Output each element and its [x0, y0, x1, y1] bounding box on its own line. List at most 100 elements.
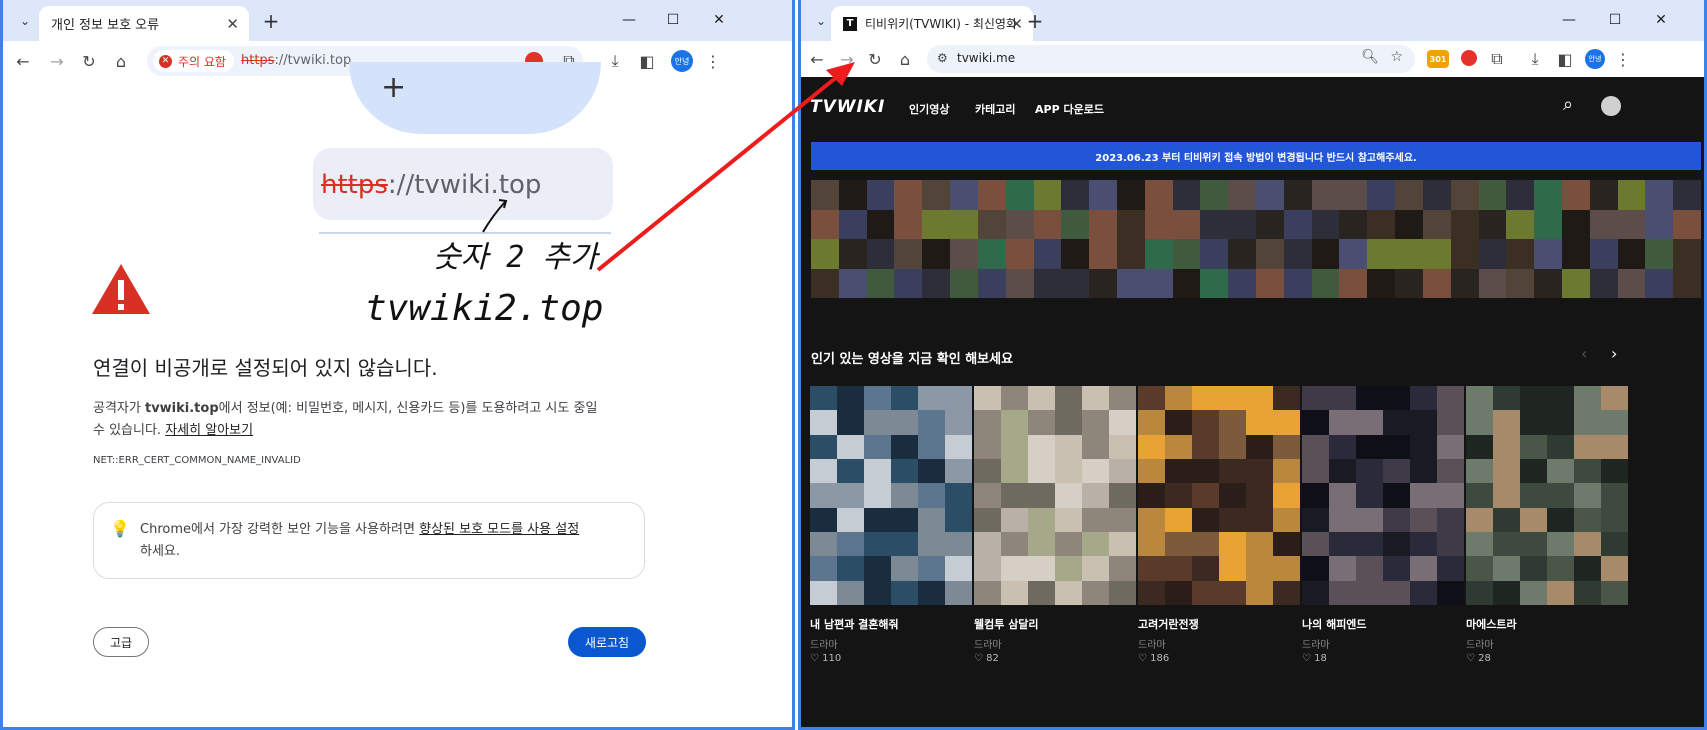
nav-popular[interactable]: 인기영상: [909, 101, 949, 117]
right-active-tab[interactable]: T 티비위키(TVWIKI) - 최신영화 ✕: [831, 6, 1033, 41]
card-likes: ♡ 82: [974, 653, 999, 664]
right-toolbar: ← → ↻ ⌂ ⚙ tvwiki.me 🔍︎ ☆ 301 ⧉ ⤓ ◧ 안녕 ⋮: [801, 41, 1704, 77]
card-genre: 드라마: [810, 640, 838, 651]
close-icon[interactable]: ✕: [1010, 15, 1023, 33]
card-likes-count: 18: [1314, 653, 1327, 664]
card-likes-count: 110: [822, 653, 842, 664]
lightbulb-icon: 💡: [110, 519, 130, 538]
card-thumbnail[interactable]: [1466, 386, 1628, 605]
notice-banner[interactable]: 2023.06.23 부터 티비위키 접속 방법이 변경됩니다 반드시 참고해주…: [811, 142, 1701, 170]
tab-title: 티비위키(TVWIKI) - 최신영화: [865, 17, 1017, 31]
maximize-button[interactable]: ☐: [659, 8, 687, 32]
security-chip-label: 주의 요함: [178, 54, 226, 69]
advanced-button-label: 고급: [109, 635, 133, 650]
advanced-button[interactable]: 고급: [93, 627, 149, 657]
card-title[interactable]: 마에스트라: [1466, 616, 1517, 632]
left-active-tab[interactable]: 개인 정보 보호 오류 ✕: [39, 6, 249, 41]
tab-search-button[interactable]: ⌄: [13, 9, 37, 33]
back-arrow-icon[interactable]: ←: [11, 49, 35, 73]
card-title[interactable]: 나의 해피엔드: [1302, 616, 1367, 632]
card-thumbnail[interactable]: [974, 386, 1136, 605]
maximize-button[interactable]: ☐: [1601, 8, 1629, 32]
reload-button[interactable]: 새로고침: [568, 627, 646, 657]
window-close-button[interactable]: ✕: [1647, 8, 1675, 32]
reload-icon[interactable]: ↻: [77, 49, 101, 73]
profile-avatar[interactable]: 안녕: [671, 50, 693, 72]
card-title[interactable]: 웰컴투 삼달리: [974, 616, 1039, 632]
heart-icon: ♡: [810, 653, 823, 664]
profile-avatar[interactable]: 안녕: [1585, 49, 1605, 69]
card-thumbnail[interactable]: [1302, 386, 1464, 605]
chevron-left-icon[interactable]: ‹: [1581, 344, 1587, 363]
hero-slider[interactable]: [811, 180, 1701, 298]
site-logo[interactable]: TVWIKI: [810, 97, 885, 117]
kebab-icon[interactable]: ⋮: [701, 49, 725, 73]
download-icon[interactable]: ⤓: [603, 49, 627, 73]
warning-icon: ✕: [159, 54, 172, 68]
card-genre: 드라마: [1138, 640, 1166, 651]
sidepanel-icon[interactable]: ◧: [635, 49, 659, 73]
reload-button-label: 새로고침: [584, 635, 630, 650]
url-scheme: https: [241, 53, 275, 68]
back-arrow-icon[interactable]: ←: [805, 47, 829, 71]
card-likes: ♡ 110: [810, 653, 841, 664]
star-icon[interactable]: ☆: [1390, 49, 1403, 65]
tip-prefix: Chrome에서 가장 강력한 보안 기능을 사용하려면: [140, 522, 420, 537]
url-host: ://tvwiki.top: [274, 53, 352, 68]
site-info-icon[interactable]: ⚙: [937, 51, 948, 65]
minimize-button[interactable]: —: [1555, 8, 1583, 32]
left-browser-window: ⌄ 개인 정보 보호 오류 ✕ + — ☐ ✕ ← → ↻ ⌂ ✕ 주의 요함 …: [0, 0, 795, 730]
heart-icon: ♡: [1138, 653, 1151, 664]
window-close-button[interactable]: ✕: [705, 8, 733, 32]
plus-icon[interactable]: +: [1023, 9, 1047, 33]
forward-arrow-icon[interactable]: →: [835, 47, 859, 71]
extension-badge[interactable]: 301: [1427, 50, 1449, 68]
right-address-bar[interactable]: ⚙ tvwiki.me 🔍︎ ☆: [927, 45, 1415, 73]
warning-triangle-icon: [92, 264, 150, 314]
home-icon[interactable]: ⌂: [109, 49, 133, 73]
extension-badge-label: 301: [1429, 54, 1447, 64]
card-likes: ♡ 28: [1466, 653, 1491, 664]
minimize-button[interactable]: —: [615, 8, 643, 32]
tab-search-button[interactable]: ⌄: [809, 9, 833, 33]
forward-arrow-icon[interactable]: →: [45, 49, 69, 73]
home-icon[interactable]: ⌂: [893, 47, 917, 71]
extension-icon[interactable]: [1461, 50, 1477, 66]
nav-app-download[interactable]: APP 다운로드: [1035, 101, 1104, 117]
avatar-label: 안녕: [1588, 55, 1602, 63]
card-title[interactable]: 내 남편과 결혼해줘: [810, 616, 899, 632]
learn-more-link[interactable]: 자세히 알아보기: [165, 423, 253, 438]
zoom-magnifier-url: https://tvwiki.top: [313, 148, 613, 220]
right-title-bar: ⌄ T 티비위키(TVWIKI) - 최신영화 ✕ + — ☐ ✕: [801, 0, 1704, 41]
search-icon[interactable]: ⌕: [1563, 94, 1573, 115]
card-thumbnail[interactable]: [1138, 386, 1300, 605]
plus-icon: +: [381, 70, 407, 105]
card-title[interactable]: 고려거란전쟁: [1138, 616, 1199, 632]
site-favicon-icon: T: [843, 16, 857, 31]
tip-card: 💡 Chrome에서 가장 강력한 보안 기능을 사용하려면 향상된 보호 모드…: [93, 502, 645, 579]
heart-icon: ♡: [1466, 653, 1479, 664]
security-chip[interactable]: ✕ 주의 요함: [153, 50, 234, 72]
card-likes: ♡ 186: [1138, 653, 1169, 664]
body-domain: tvwiki.top: [144, 401, 219, 416]
nav-category[interactable]: 카테고리: [975, 101, 1015, 117]
chevron-right-icon[interactable]: ›: [1611, 344, 1617, 363]
user-icon[interactable]: [1601, 96, 1621, 116]
annotation-note: 숫자 2 추가: [433, 240, 598, 275]
search-icon[interactable]: 🔍︎: [1361, 49, 1379, 65]
kebab-icon[interactable]: ⋮: [1611, 47, 1635, 71]
download-icon[interactable]: ⤓: [1523, 47, 1547, 71]
heart-icon: ♡: [974, 653, 987, 664]
sidepanel-icon[interactable]: ◧: [1553, 47, 1577, 71]
close-icon[interactable]: ✕: [226, 15, 239, 33]
puzzle-icon[interactable]: ⧉: [1485, 47, 1509, 71]
card-likes-count: 28: [1478, 653, 1491, 664]
plus-icon[interactable]: +: [259, 9, 283, 33]
reload-icon[interactable]: ↻: [863, 47, 887, 71]
tip-suffix: 하세요.: [140, 544, 181, 559]
tab-title: 개인 정보 보호 오류: [51, 18, 160, 33]
card-likes: ♡ 18: [1302, 653, 1327, 664]
card-thumbnail[interactable]: [810, 386, 972, 605]
error-code: NET::ERR_CERT_COMMON_NAME_INVALID: [93, 455, 301, 466]
enhanced-protection-link[interactable]: 향상된 보호 모드를 사용 설정: [419, 522, 579, 537]
